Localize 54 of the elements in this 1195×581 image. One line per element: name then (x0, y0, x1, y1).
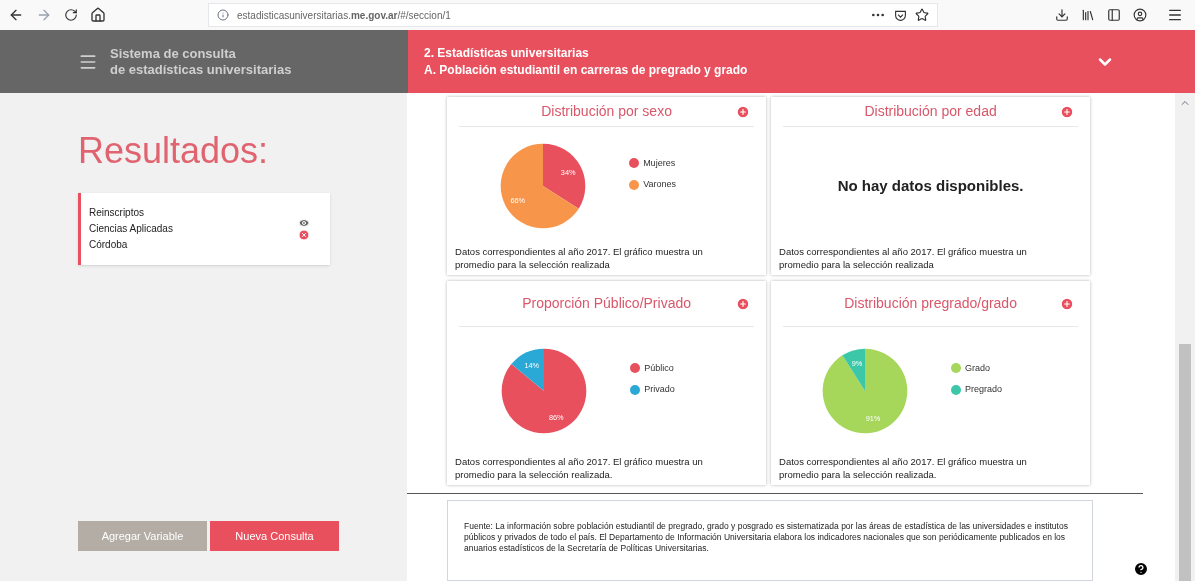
account-icon[interactable] (1133, 8, 1147, 22)
legend-label: Pregrado (965, 383, 1003, 396)
result-line: Reinscriptos (89, 206, 146, 220)
legend-label: Privado (644, 383, 675, 396)
legend-label: Grado (965, 361, 991, 375)
expand-icon[interactable] (736, 296, 751, 311)
section-title: A. Población estudiantil en carreras de pregrado y grado (424, 61, 749, 79)
empty-message: No hay datos disponibles. (837, 175, 1024, 196)
result-line: Córdoba (89, 238, 129, 252)
source-text: Fuente: La información sobre población estudiantil de pregrado, grado y posgrado es sistematizada por las áreas de estadística de las universidades e institutos públicos y privados de todo el país. El Departamento de Información Universitaria elabora los indicadores nacionales que son periódicamente publicados en los anuarios estadísticos de la Secretaría de Políticas Universitarias. (464, 521, 1069, 554)
sidebar-button[interactable]: Nueva Consulta (210, 521, 339, 551)
info-icon (217, 9, 229, 21)
menu-icon[interactable] (1167, 7, 1183, 23)
sidebar-icon[interactable] (1107, 8, 1121, 22)
back-icon[interactable] (8, 7, 24, 23)
slice-label: 34% (561, 167, 576, 177)
legend-label: Varones (643, 178, 676, 191)
sidebar-button[interactable]: Agregar Variable (78, 521, 207, 551)
library-icon[interactable] (1081, 8, 1095, 22)
card-title: Proporción Público/Privado (522, 294, 691, 313)
remove-icon[interactable] (298, 229, 310, 241)
result-line: Ciencias Aplicadas (89, 222, 174, 236)
slice-label: 66% (510, 195, 526, 205)
download-icon[interactable] (1055, 8, 1069, 22)
url-text: estadisticasuniversitarias.me.gov.ar/#/seccion/1 (237, 8, 452, 23)
chart-note: Datos correspondientes al año 2017. El gráfico muestra un promedio para la selección realizada. (779, 455, 1028, 482)
pocket-icon[interactable] (894, 8, 907, 22)
chart-note: Datos correspondientes al año 2017. El gráfico muestra un promedio para la selección realizada. (455, 455, 704, 482)
app-title: de estadísticas universitarias (110, 61, 292, 78)
section-title: 2. Estadísticas universitarias (424, 44, 590, 62)
help-icon[interactable] (1133, 561, 1150, 577)
card-title: Distribución por edad (864, 102, 997, 121)
eye-icon[interactable] (298, 217, 310, 229)
chart-note: Datos correspondientes al año 2017. El gráfico muestra un promedio para la selección realizada (455, 245, 704, 272)
scrollbar[interactable] (1175, 93, 1195, 581)
card-title: Distribución por sexo (541, 102, 672, 121)
expand-icon[interactable] (1060, 104, 1075, 119)
slice-label: 14% (524, 360, 540, 370)
reload-icon[interactable] (64, 8, 78, 22)
slice-label: 9% (851, 359, 863, 369)
card-title: Distribución pregrado/grado (844, 294, 1017, 313)
app-title: Sistema de consulta (110, 45, 237, 62)
scroll-thumb[interactable] (1179, 344, 1192, 581)
slice-label: 91% (865, 414, 881, 424)
slice-label: 86% (549, 412, 564, 422)
expand-icon[interactable] (736, 104, 751, 119)
star-icon[interactable] (915, 8, 929, 22)
chart-note: Datos correspondientes al año 2017. El gráfico muestra un promedio para la selección realizada (779, 245, 1028, 272)
address-bar[interactable]: estadisticasuniversitarias.me.gov.ar/#/seccion/1 (208, 3, 938, 27)
expand-icon[interactable] (1060, 296, 1075, 311)
home-icon[interactable] (90, 7, 106, 23)
results-title: Resultados: (78, 131, 270, 171)
legend-label: Público (644, 361, 674, 375)
legend-label: Mujeres (643, 156, 676, 170)
